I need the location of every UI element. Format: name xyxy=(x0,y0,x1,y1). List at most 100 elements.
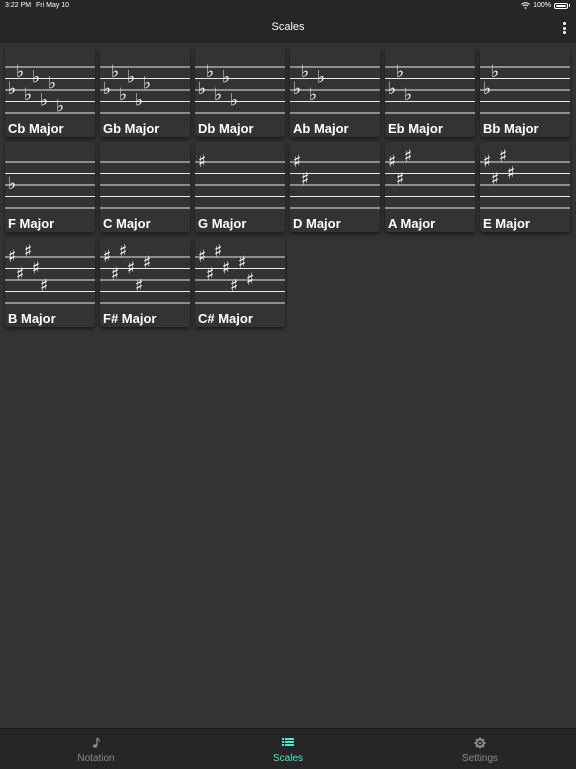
scale-card[interactable]: C Major xyxy=(100,142,190,232)
sharp-sign: ♯ xyxy=(388,152,396,172)
sharp-sign: ♯ xyxy=(198,152,206,172)
scale-label: Bb Major xyxy=(483,121,539,136)
staff-notation xyxy=(100,161,190,209)
status-bar: 3:22 PM Fri May 10 100% xyxy=(0,0,576,12)
sharp-sign: ♯ xyxy=(246,270,254,290)
battery-icon xyxy=(554,2,568,9)
sharp-sign: ♯ xyxy=(507,164,515,184)
sharp-sign: ♯ xyxy=(111,264,119,284)
tab-settings[interactable]: Settings xyxy=(384,729,576,769)
sharp-sign: ♯ xyxy=(230,276,238,296)
sharp-sign: ♯ xyxy=(135,276,143,296)
flat-sign: ♭ xyxy=(206,62,214,82)
gear-icon xyxy=(384,737,576,749)
staff-notation: ♭♭♭♭♭♭♭ xyxy=(5,62,95,116)
scale-label: Eb Major xyxy=(388,121,443,136)
scale-card[interactable]: ♯ G Major xyxy=(195,142,285,232)
scale-card[interactable]: ♯ ♯ ♯ ♯ ♯ ♯ F# Major xyxy=(100,237,190,327)
scale-card[interactable]: ♯ ♯ ♯ ♯ E Major xyxy=(480,142,570,232)
scale-label: B Major xyxy=(8,311,56,326)
page-title: Scales xyxy=(271,21,305,33)
status-time: 3:22 PM xyxy=(5,2,32,9)
tab-scales[interactable]: Scales xyxy=(192,729,384,769)
flat-sign: ♭ xyxy=(111,62,119,82)
wifi-icon xyxy=(521,2,530,9)
flat-sign: ♭ xyxy=(293,79,301,99)
sharp-sign: ♯ xyxy=(40,276,48,296)
flat-sign: ♭ xyxy=(222,68,230,88)
sharp-sign: ♯ xyxy=(404,146,412,166)
sharp-sign: ♯ xyxy=(499,146,507,166)
staff-notation: ♭ xyxy=(5,161,95,209)
sharp-sign: ♯ xyxy=(396,169,404,189)
flat-sign: ♭ xyxy=(483,79,491,99)
flat-sign: ♭ xyxy=(309,85,317,105)
flat-sign: ♭ xyxy=(8,174,16,194)
sharp-sign: ♯ xyxy=(16,264,24,284)
staff-notation: ♯♯♯♯♯♯ xyxy=(100,241,190,304)
more-options-icon[interactable] xyxy=(562,22,566,34)
scale-card[interactable]: ♭ ♭ ♭ ♭ ♭ ♭ Gb Major xyxy=(100,47,190,137)
scale-label: A Major xyxy=(388,216,436,231)
staff-notation: ♯♯♯♯♯♯♯ xyxy=(195,241,285,304)
sharp-sign: ♯ xyxy=(143,253,151,273)
flat-sign: ♭ xyxy=(48,73,56,93)
staff-notation: ♭♭♭ xyxy=(385,62,475,114)
sharp-sign: ♯ xyxy=(24,241,32,261)
sharp-sign: ♯ xyxy=(119,241,127,261)
tab-notation[interactable]: Notation xyxy=(0,729,192,769)
scale-card[interactable]: ♭ ♭ ♭ ♭ Ab Major xyxy=(290,47,380,137)
scale-card[interactable]: ♭ ♭ ♭ ♭ ♭ Db Major xyxy=(195,47,285,137)
scale-label: C Major xyxy=(103,216,151,231)
scale-card[interactable]: ♭ ♭ Bb Major xyxy=(480,47,570,137)
music-note-icon xyxy=(0,737,192,749)
staff-notation: ♯ xyxy=(195,152,285,209)
flat-sign: ♭ xyxy=(40,91,48,111)
battery-tip xyxy=(569,4,570,7)
status-right: 100% xyxy=(521,2,570,9)
scale-label: E Major xyxy=(483,216,530,231)
flat-sign: ♭ xyxy=(301,62,309,82)
flat-sign: ♭ xyxy=(127,68,135,88)
scale-card[interactable]: ♯ ♯ ♯ A Major xyxy=(385,142,475,232)
staff-notation: ♭♭♭♭ xyxy=(290,62,380,114)
sharp-sign: ♯ xyxy=(8,247,16,267)
flat-sign: ♭ xyxy=(24,85,32,105)
sharp-sign: ♯ xyxy=(238,253,246,273)
flat-sign: ♭ xyxy=(56,96,64,116)
staff-notation: ♯♯ xyxy=(290,152,380,209)
flat-sign: ♭ xyxy=(32,68,40,88)
staff-notation: ♭♭♭♭♭♭ xyxy=(100,62,190,114)
flat-sign: ♭ xyxy=(8,79,16,99)
battery-percent: 100% xyxy=(533,2,551,9)
tab-settings-label: Settings xyxy=(461,753,499,764)
sharp-sign: ♯ xyxy=(301,169,309,189)
scale-label: F Major xyxy=(8,216,55,231)
scale-card[interactable]: ♯ ♯ ♯ ♯ ♯ ♯ ♯ C# Major xyxy=(195,237,285,327)
staff-notation: ♯♯♯♯ xyxy=(480,146,570,209)
sharp-sign: ♯ xyxy=(32,259,40,279)
nav-bar: Scales xyxy=(0,12,576,43)
flat-sign: ♭ xyxy=(214,85,222,105)
tab-scales-label: Scales xyxy=(272,753,303,764)
sharp-sign: ♯ xyxy=(103,247,111,267)
scale-label: G Major xyxy=(198,216,247,231)
scale-label: Db Major xyxy=(198,121,254,136)
sharp-sign: ♯ xyxy=(222,259,230,279)
scale-card[interactable]: ♭ ♭ ♭ Eb Major xyxy=(385,47,475,137)
staff-notation: ♭♭ xyxy=(480,62,570,114)
scale-card[interactable]: ♭ F Major xyxy=(5,142,95,232)
scale-card[interactable]: ♯ ♯ ♯ ♯ ♯ B Major xyxy=(5,237,95,327)
flat-sign: ♭ xyxy=(230,91,238,111)
tab-bar: Notation Scales Settings xyxy=(0,728,576,769)
scale-label: Cb Major xyxy=(8,121,64,136)
flat-sign: ♭ xyxy=(198,79,206,99)
sharp-sign: ♯ xyxy=(198,247,206,267)
flat-sign: ♭ xyxy=(388,79,396,99)
scale-label: Ab Major xyxy=(293,121,349,136)
scale-card[interactable]: ♭ ♭ ♭ ♭ ♭ ♭ ♭ Cb Major xyxy=(5,47,95,137)
sharp-sign: ♯ xyxy=(214,241,222,261)
flat-sign: ♭ xyxy=(119,85,127,105)
flat-sign: ♭ xyxy=(143,73,151,93)
scale-card[interactable]: ♯ ♯ D Major xyxy=(290,142,380,232)
